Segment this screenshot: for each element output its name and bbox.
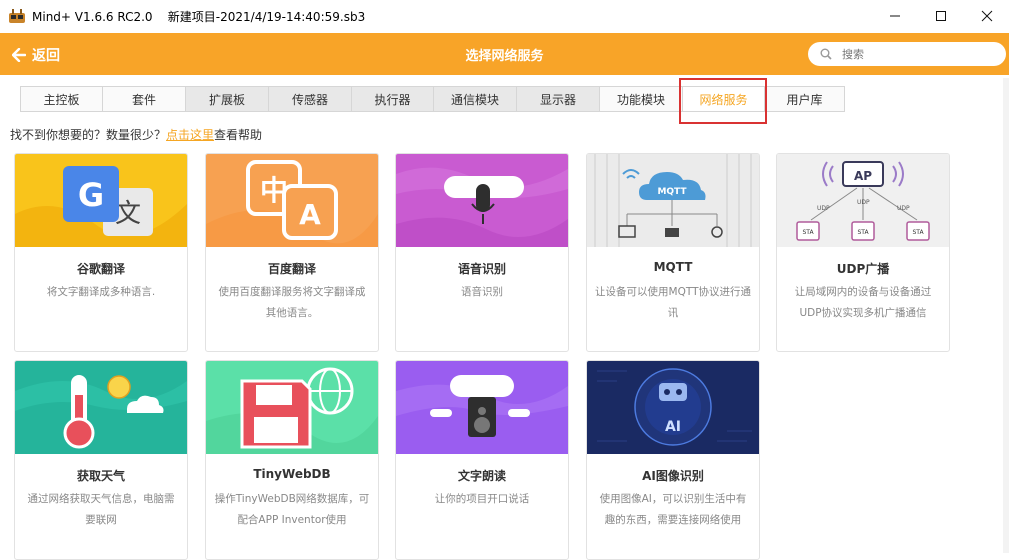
card-image: 中 A (206, 154, 378, 247)
help-prefix: 找不到你想要的？数量很少？ (10, 128, 167, 142)
udp-label-middle: UDP (857, 199, 870, 206)
mqtt-badge: MQTT (657, 187, 687, 197)
udp-broadcast-icon: AP UDP UDP UDP STA STA STA (777, 154, 949, 247)
card-description: 通过网络获取天气信息，电脑需要联网 (27, 493, 175, 526)
card-name: 语音识别 (457, 262, 506, 276)
card-description: 操作TinyWebDB网络数据库，可配合APP Inventor使用 (214, 493, 370, 526)
window-titlebar: Mind+ V1.6.6 RC2.0 新建项目-2021/4/19-14:40:… (0, 0, 1009, 32)
help-line: 找不到你想要的？数量很少？点击这里查看帮助 (10, 126, 262, 143)
card-speech-recognition[interactable]: 语音识别 语音识别 (395, 153, 569, 352)
minimize-button[interactable] (872, 0, 918, 32)
close-icon (981, 10, 993, 22)
card-description: 让局域网内的设备与设备通过UDP协议实现多机广播通信 (794, 286, 932, 319)
card-name: 获取天气 (76, 469, 125, 483)
tab-actuators[interactable]: 执行器 (352, 86, 434, 112)
tab-displays[interactable]: 显示器 (517, 86, 600, 112)
card-name: 文字朗读 (457, 469, 506, 483)
maximize-button[interactable] (918, 0, 964, 32)
card-image: AP UDP UDP UDP STA STA STA (777, 154, 949, 247)
window-title: Mind+ V1.6.6 RC2.0 新建项目-2021/4/19-14:40:… (32, 10, 366, 24)
search-input[interactable] (840, 46, 994, 62)
sta-label-middle: STA (857, 229, 869, 236)
card-name: 百度翻译 (267, 262, 316, 276)
help-suffix: 查看帮助 (214, 128, 263, 142)
microphone-icon (396, 154, 568, 247)
card-name: MQTT (653, 260, 693, 274)
card-mqtt[interactable]: MQTT MQTT 让设备可以使用MQTT协议进行通讯 (586, 153, 760, 352)
minimize-icon (890, 15, 900, 17)
svg-text:G: G (78, 176, 104, 214)
card-description: 将文字翻译成多种语言. (46, 286, 156, 298)
mind-plus-logo-icon (9, 9, 25, 23)
card-name: 谷歌翻译 (76, 262, 125, 276)
help-link[interactable]: 点击这里 (166, 128, 214, 142)
google-translate-icon: 文 G (15, 154, 187, 247)
card-image (396, 154, 568, 247)
card-description: 使用百度翻译服务将文字翻译成其他语言。 (218, 286, 366, 319)
ap-badge: AP (854, 169, 872, 183)
card-weather[interactable]: 获取天气 通过网络获取天气信息，电脑需要联网 (14, 360, 188, 560)
card-image (206, 361, 378, 454)
search-box[interactable] (808, 42, 1006, 66)
card-image (396, 361, 568, 454)
tab-expansion-board[interactable]: 扩展板 (186, 86, 269, 112)
database-save-icon (206, 361, 378, 454)
sta-label-left: STA (802, 229, 814, 236)
thermometer-weather-icon (15, 361, 187, 454)
tab-main-board[interactable]: 主控板 (20, 86, 103, 112)
card-text-to-speech[interactable]: 文字朗读 让你的项目开口说话 (395, 360, 569, 560)
card-description: 让设备可以使用MQTT协议进行通讯 (595, 286, 751, 319)
page-header: 返回 选择网络服务 (0, 33, 1009, 75)
magnifier-icon (820, 48, 832, 60)
card-description: 使用图像AI，可以识别生活中有趣的东西，需要连接网络使用 (599, 493, 747, 526)
maximize-icon (936, 11, 946, 21)
tab-function-modules[interactable]: 功能模块 (600, 86, 683, 112)
tab-sensors[interactable]: 传感器 (269, 86, 352, 112)
baidu-translate-icon: 中 A (206, 154, 378, 247)
card-google-translate[interactable]: 文 G 谷歌翻译 将文字翻译成多种语言. (14, 153, 188, 352)
card-image: AI (587, 361, 759, 454)
card-baidu-translate[interactable]: 中 A 百度翻译 使用百度翻译服务将文字翻译成其他语言。 (205, 153, 379, 352)
card-name: AI图像识别 (642, 469, 704, 483)
back-label: 返回 (32, 48, 60, 64)
ai-badge: AI (665, 419, 681, 435)
card-image: 文 G (15, 154, 187, 247)
card-image: MQTT (587, 154, 759, 247)
card-name: TinyWebDB (253, 467, 331, 481)
card-description: 让你的项目开口说话 (434, 493, 530, 505)
card-description: 语音识别 (461, 286, 503, 298)
tab-user-library[interactable]: 用户库 (765, 86, 845, 112)
close-button[interactable] (964, 0, 1009, 32)
scrollbar[interactable] (1003, 78, 1009, 553)
card-ai-image-recognition[interactable]: AI AI图像识别 使用图像AI，可以识别生活中有趣的东西，需要连接网络使用 (586, 360, 760, 560)
sta-label-right: STA (912, 229, 924, 236)
card-udp-broadcast[interactable]: AP UDP UDP UDP STA STA STA UDP广播 让局域网内的设… (776, 153, 950, 352)
tab-kits[interactable]: 套件 (103, 86, 186, 112)
speaker-icon (396, 361, 568, 454)
tab-communication[interactable]: 通信模块 (434, 86, 517, 112)
udp-label-right: UDP (897, 205, 910, 212)
udp-label-left: UDP (817, 205, 830, 212)
active-tab-highlight (679, 78, 767, 124)
card-name: UDP广播 (836, 262, 890, 276)
ai-robot-icon: AI (587, 361, 759, 454)
svg-text:A: A (299, 198, 321, 231)
arrow-left-icon (12, 48, 26, 62)
back-button[interactable]: 返回 (12, 45, 60, 65)
card-tinywebdb[interactable]: TinyWebDB 操作TinyWebDB网络数据库，可配合APP Invent… (205, 360, 379, 560)
mqtt-cloud-icon: MQTT (587, 154, 759, 247)
card-image (15, 361, 187, 454)
